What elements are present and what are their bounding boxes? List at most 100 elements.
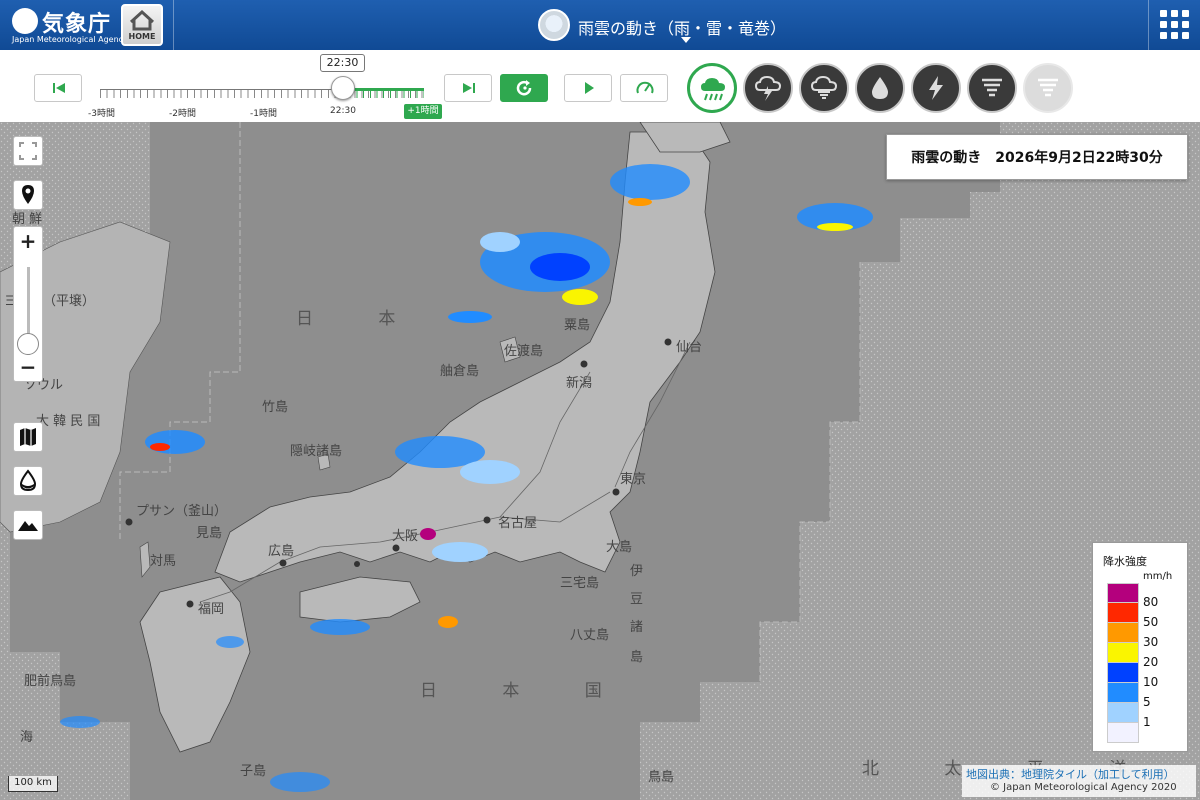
home-icon xyxy=(129,9,155,31)
layer-tornado-button[interactable] xyxy=(967,63,1017,113)
jump-to-end-button[interactable] xyxy=(444,74,492,102)
place-label: 豆 xyxy=(630,592,644,607)
legend-swatch xyxy=(1107,603,1139,623)
place-label: 東京 xyxy=(620,472,647,487)
place-label: 大 韓 民 国 xyxy=(36,414,101,429)
drop-icon xyxy=(872,77,888,99)
header-divider xyxy=(173,0,174,50)
speed-button[interactable] xyxy=(620,74,668,102)
place-label: 鳥島 xyxy=(648,770,675,785)
jma-emblem-icon xyxy=(12,8,38,34)
fullscreen-icon xyxy=(19,142,37,160)
tornado-cloud-icon xyxy=(810,75,838,99)
slider-thumb[interactable] xyxy=(331,76,355,100)
credit-source-link[interactable]: 地図出典：地理院タイル（加工して利用） xyxy=(966,766,1175,782)
map-info-title: 雨雲の動き 2026年9月2日22時30分 xyxy=(886,134,1188,180)
map-icon xyxy=(20,428,36,446)
current-location-button[interactable] xyxy=(13,180,43,210)
sea-label: 日 本 国 xyxy=(420,681,632,701)
place-label: 仙台 xyxy=(676,340,703,355)
place-label: 三宅島 xyxy=(560,576,600,591)
place-label: 名古屋 xyxy=(498,516,538,531)
layer-rain-drop-button[interactable] xyxy=(855,63,905,113)
legend-title: 降水強度 xyxy=(1103,555,1147,568)
latest-refresh-button[interactable] xyxy=(500,74,548,102)
jump-to-start-button[interactable] xyxy=(34,74,82,102)
slider-future-range xyxy=(343,88,424,91)
legend-value: 10 xyxy=(1143,675,1159,689)
place-label: 子島 xyxy=(240,764,267,779)
zoom-slider-knob[interactable] xyxy=(17,333,39,355)
speedometer-icon xyxy=(636,81,654,94)
place-label: 海 xyxy=(20,730,34,745)
header-divider xyxy=(1148,0,1149,50)
place-label: 見島 xyxy=(196,526,223,541)
precipitation-legend: 降水強度 mm/h 80 50 30 20 10 5 1 xyxy=(1092,542,1188,752)
home-label: HOME xyxy=(128,32,156,41)
legend-value: 5 xyxy=(1143,695,1151,709)
legend-swatch xyxy=(1107,663,1139,683)
legend-swatch xyxy=(1107,623,1139,643)
place-label: 舳倉島 xyxy=(440,364,480,379)
chevron-down-icon xyxy=(681,37,691,43)
precip-overlay-button[interactable] xyxy=(13,466,43,496)
timeline-toolbar: 22:30 -3時間 -2時間 -1時間 22:30 xyxy=(0,50,1200,122)
tornado-icon xyxy=(1038,78,1058,97)
legend-swatch xyxy=(1107,643,1139,663)
terrain-button[interactable] xyxy=(13,510,43,540)
map-credit: 地図出典：地理院タイル（加工して利用） © Japan Meteorologic… xyxy=(962,765,1196,797)
legend-value: 20 xyxy=(1143,655,1159,669)
legend-value: 80 xyxy=(1143,595,1159,609)
layer-rain-cloud-button[interactable] xyxy=(687,63,737,113)
legend-swatch xyxy=(1107,703,1139,723)
place-label: 竹島 xyxy=(262,400,289,415)
place-label: 福岡 xyxy=(198,602,225,617)
menu-grid-button[interactable] xyxy=(1158,8,1192,42)
tick-label: -1時間 xyxy=(250,109,277,119)
legend-swatch xyxy=(1107,723,1139,743)
place-label: プサン（釜山） xyxy=(136,504,228,519)
legend-unit: mm/h xyxy=(1143,571,1173,582)
skip-forward-icon xyxy=(463,83,475,93)
thunder-cloud-icon xyxy=(754,75,782,101)
place-label: 隠岐諸島 xyxy=(290,444,343,459)
place-label: 島 xyxy=(630,650,644,665)
play-button[interactable] xyxy=(564,74,612,102)
drop-outline-icon xyxy=(19,469,37,492)
current-time-label: 22:30 xyxy=(320,54,365,72)
slider-ticks-future xyxy=(343,90,424,98)
zoom-in-button[interactable]: + xyxy=(14,229,42,253)
mountain-icon xyxy=(18,521,38,531)
map-canvas[interactable]: 朝 鮮ヨヤン（平壌） ソウル大 韓 民 国プサン（釜山） 見島 対馬 広島 福岡 肥前鳥島海… xyxy=(0,122,1200,800)
place-label: 諸 xyxy=(630,620,644,635)
future-range-badge[interactable]: +1時間 xyxy=(404,104,442,119)
header-bar: 気象庁 Japan Meteorological Agency HOME 雨雲の… xyxy=(0,0,1200,50)
logo-text: 気象庁 xyxy=(42,12,112,37)
layer-lightning-button[interactable] xyxy=(911,63,961,113)
legend-value: 1 xyxy=(1143,715,1151,729)
rain-cloud-map-icon xyxy=(538,9,570,41)
map-style-button[interactable] xyxy=(13,422,43,452)
place-label: 新潟 xyxy=(566,376,593,391)
place-label: 広島 xyxy=(268,544,295,559)
place-label: 大島 xyxy=(606,540,633,555)
home-button[interactable]: HOME xyxy=(121,4,163,46)
layer-thunder-cloud-button[interactable] xyxy=(743,63,793,113)
location-pin-icon xyxy=(22,185,34,204)
zoom-out-button[interactable]: − xyxy=(14,355,42,379)
legend-value: 50 xyxy=(1143,615,1159,629)
tick-label: -2時間 xyxy=(169,109,196,119)
place-label: 粟島 xyxy=(564,318,591,333)
logo-subtext: Japan Meteorological Agency xyxy=(12,35,128,44)
jma-logo[interactable]: 気象庁 Japan Meteorological Agency xyxy=(8,4,128,46)
fullscreen-button[interactable] xyxy=(13,136,43,166)
place-label: 伊 xyxy=(630,564,644,579)
layer-tornado-cloud-button[interactable] xyxy=(799,63,849,113)
lightning-icon xyxy=(929,76,943,100)
place-label: 肥前鳥島 xyxy=(24,674,77,689)
place-label: 対馬 xyxy=(150,554,177,569)
tick-label: -3時間 xyxy=(88,109,115,119)
sea-label: 日 本 xyxy=(296,309,426,329)
scale-bar: 100 km xyxy=(8,776,58,792)
place-label: 佐渡島 xyxy=(504,344,544,359)
